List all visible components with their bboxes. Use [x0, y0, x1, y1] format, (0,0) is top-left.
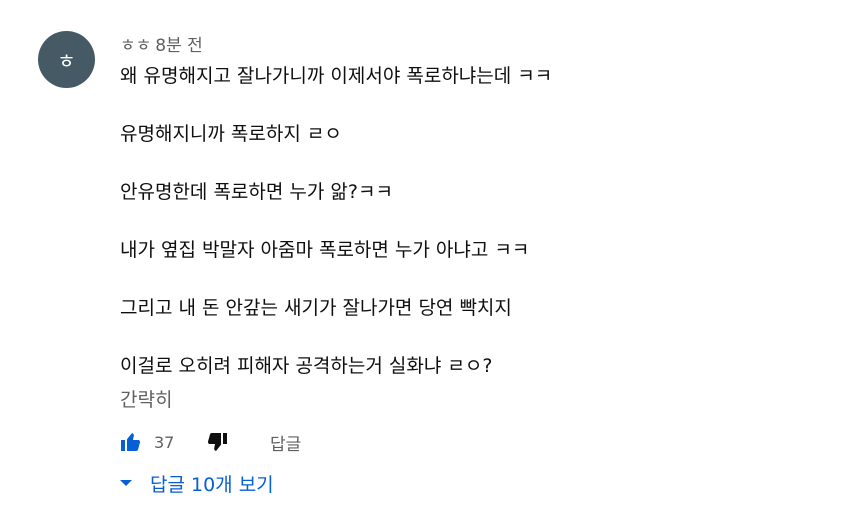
thumbs-down-icon[interactable] [204, 429, 230, 455]
comment-line: 그리고 내 돈 안갚는 새기가 잘나가면 당연 빡치지 [120, 297, 512, 319]
comment-text: 왜 유명해지고 잘나가니까 이제서야 폭로하냐는데 ㅋㅋ 유명해지니까 폭로하지… [120, 62, 820, 381]
reply-button[interactable]: 답글 [270, 430, 301, 455]
comment-line: 내가 옆집 박말자 아줌마 폭로하면 누가 아냐고 ㅋㅋ [120, 239, 530, 261]
avatar[interactable]: ㅎ [38, 31, 95, 88]
caret-down-icon [116, 473, 136, 493]
comment-line: 안유명한데 폭로하면 누가 앎?ㅋㅋ [120, 181, 393, 203]
view-replies-button[interactable]: 답글 10개 보기 [116, 468, 274, 498]
view-replies-label: 답글 10개 보기 [150, 473, 274, 496]
avatar-initial: ㅎ [57, 49, 76, 73]
thumbs-up-icon[interactable] [118, 429, 144, 455]
comment-line: 왜 유명해지고 잘나가니까 이제서야 폭로하냐는데 ㅋㅋ [120, 65, 553, 87]
like-count: 37 [154, 432, 175, 452]
comment-line: 유명해지니까 폭로하지 ㄹㅇ [120, 123, 342, 145]
author-name[interactable]: ㅎㅎ [120, 31, 151, 56]
show-less-link[interactable]: 간략히 [120, 386, 172, 415]
comment-timestamp[interactable]: 8분 전 [155, 31, 203, 56]
comment-actions: 37 답글 [118, 428, 301, 456]
comment-line: 이걸로 오히려 피해자 공격하는거 실화냐 ㄹㅇ? [120, 355, 493, 377]
comment-header: ㅎㅎ 8분 전 [120, 31, 203, 56]
